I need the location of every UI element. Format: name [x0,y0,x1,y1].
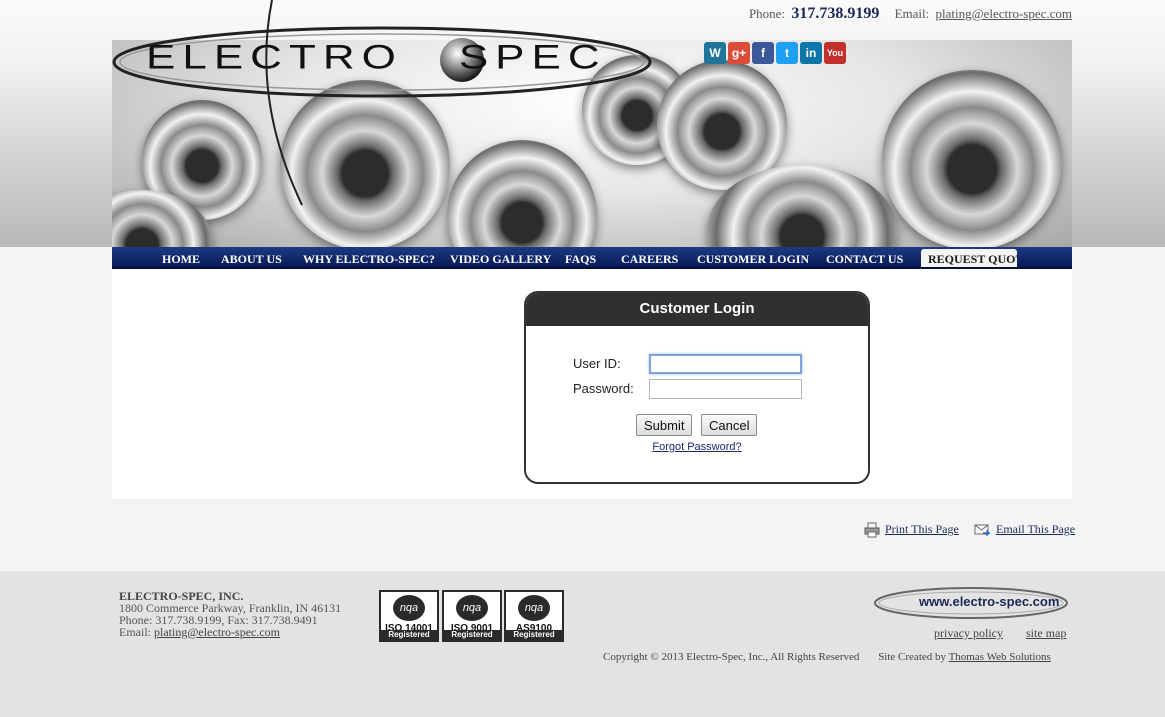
nav-about-us[interactable]: ABOUT US [221,252,282,267]
customer-login-panel: Customer Login User ID: Password: Submit… [524,291,870,484]
main-nav: HOME ABOUT US WHY ELECTRO-SPEC? VIDEO GA… [112,247,1072,269]
user-id-input[interactable] [649,354,802,374]
printer-icon[interactable] [864,522,880,538]
footer-email-link[interactable]: plating@electro-spec.com [154,625,280,639]
youtube-icon[interactable]: You [824,42,846,64]
nav-home[interactable]: HOME [162,252,200,267]
site-footer: ELECTRO-SPEC, INC. 1800 Commerce Parkway… [0,571,1165,717]
wordpress-icon[interactable]: W [704,42,726,64]
nav-contact-us[interactable]: CONTACT US [826,252,903,267]
header-contact: Phone: 317.738.9199 Email: plating@elect… [749,5,1072,23]
submit-button[interactable]: Submit [636,414,693,436]
site-header: ELECTRO SPEC Phone: 317.738.9199 Email: p… [0,0,1165,247]
cancel-button[interactable]: Cancel [701,414,758,436]
logo-wordmark: ELECTRO SPEC [146,38,607,77]
privacy-policy-link[interactable]: privacy policy [934,626,1003,641]
cert-iso-14001: nqa ISO 14001 Registered [379,590,439,642]
header-email-link[interactable]: plating@electro-spec.com [936,6,1073,21]
phone-label: Phone: [748,6,786,21]
nav-customer-login[interactable]: CUSTOMER LOGIN [697,252,809,267]
nqa-badge-icon: nqa [518,595,550,621]
thomas-web-solutions-link[interactable]: Thomas Web Solutions [949,651,1051,663]
site-map-link[interactable]: site map [1026,626,1066,641]
twitter-icon[interactable]: t [776,42,798,64]
google-plus-icon[interactable]: g+ [728,42,750,64]
electro-spec-logo[interactable] [112,0,657,210]
main-content: Customer Login User ID: Password: Submit… [112,269,1072,499]
footer-address: ELECTRO-SPEC, INC. 1800 Commerce Parkway… [119,590,341,638]
password-input[interactable] [649,379,802,399]
login-title: Customer Login [526,293,868,326]
nav-careers[interactable]: CAREERS [621,252,678,267]
copyright-line: Copyright © 2013 Electro-Spec, Inc., All… [603,651,1051,663]
footer-logo-text: www.electro-spec.com [919,594,1060,609]
nav-why-electro-spec[interactable]: WHY ELECTRO-SPEC? [303,252,435,267]
forgot-password-link[interactable]: Forgot Password? [526,441,868,453]
facebook-icon[interactable]: f [752,42,774,64]
cert-iso-9001: nqa ISO 9001 Registered [442,590,502,642]
email-this-page-link[interactable]: Email This Page [996,522,1075,537]
nqa-badge-icon: nqa [393,595,425,621]
password-label: Password: [573,381,634,396]
social-icons: W g+ f t in You [704,42,846,64]
nav-video-gallery[interactable]: VIDEO GALLERY [450,252,551,267]
nav-request-quote[interactable]: REQUEST QUOTE [921,249,1017,267]
footer-email-label: Email: [119,625,151,639]
email-page-icon[interactable] [974,522,990,538]
user-id-label: User ID: [573,356,621,371]
nqa-badge-icon: nqa [456,595,488,621]
nav-faqs[interactable]: FAQS [565,252,596,267]
created-by-label: Site Created by [878,651,947,663]
copyright-text: Copyright © 2013 Electro-Spec, Inc., All… [603,651,860,663]
phone-number: 317.738.9199 [791,5,880,22]
print-this-page-link[interactable]: Print This Page [885,522,959,537]
email-label: Email: [894,6,930,21]
linkedin-icon[interactable]: in [800,42,822,64]
cert-as9100: nqa AS9100 Registered [504,590,564,642]
